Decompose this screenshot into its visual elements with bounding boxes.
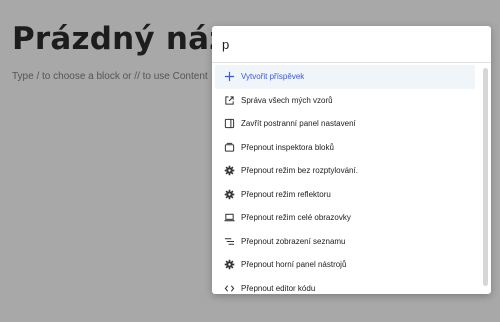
command-item-label: Přepnout editor kódu	[241, 283, 316, 293]
external-link-icon	[223, 94, 235, 106]
command-item-prepnout-rezim-reflektoru[interactable]: Přepnout režim reflektoru	[215, 183, 475, 207]
block-inspector-icon	[223, 141, 235, 153]
command-search-row	[212, 26, 491, 63]
command-item-label: Vytvořit příspěvek	[241, 72, 305, 82]
command-item-label: Přepnout režim celé obrazovky	[241, 213, 351, 223]
command-item-label: Zavřít postranní panel nastavení	[241, 119, 356, 129]
command-item-zavrit-postranni-panel-nastaveni[interactable]: Zavřít postranní panel nastavení	[215, 112, 475, 136]
command-item-prepnout-horni-panel-nastroju[interactable]: Přepnout horní panel nástrojů	[215, 253, 475, 277]
command-search-input[interactable]	[222, 36, 422, 52]
plus-icon	[223, 71, 235, 83]
command-item-label: Přepnout režim bez rozptylování.	[241, 166, 358, 176]
gear-icon	[223, 188, 235, 200]
gear-icon	[223, 165, 235, 177]
command-item-vytvorit-prispevek[interactable]: Vytvořit příspěvek	[215, 65, 475, 89]
command-item-label: Přepnout inspektora bloků	[241, 142, 334, 152]
command-list: Vytvořit příspěvek Správa všech mých vzor…	[212, 63, 491, 294]
command-item-label: Přepnout režim reflektoru	[241, 189, 331, 199]
command-item-prepnout-inspektora-bloku[interactable]: Přepnout inspektora bloků	[215, 136, 475, 160]
command-item-label: Přepnout zobrazení seznamu	[241, 236, 346, 246]
command-palette: Vytvořit příspěvek Správa všech mých vzor…	[212, 26, 491, 294]
command-list-scrollbar[interactable]	[483, 68, 488, 286]
command-item-prepnout-editor-kodu[interactable]: Přepnout editor kódu	[215, 277, 475, 295]
command-item-prepnout-rezim-bez-rozptylovani[interactable]: Přepnout režim bez rozptylování.	[215, 159, 475, 183]
gear-icon	[223, 259, 235, 271]
sidebar-icon	[223, 118, 235, 130]
laptop-icon	[223, 212, 235, 224]
command-item-prepnout-zobrazeni-seznamu[interactable]: Přepnout zobrazení seznamu	[215, 230, 475, 254]
command-item-prepnout-rezim-cele-obrazovky[interactable]: Přepnout režim celé obrazovky	[215, 206, 475, 230]
list-view-icon	[223, 235, 235, 247]
command-item-sprava-vsech-mych-vzoru[interactable]: Správa všech mých vzorů	[215, 89, 475, 113]
command-item-label: Přepnout horní panel nástrojů	[241, 260, 347, 270]
code-icon	[223, 282, 235, 294]
block-placeholder[interactable]: Type / to choose a block or // to use Co…	[12, 71, 208, 82]
command-item-label: Správa všech mých vzorů	[241, 95, 333, 105]
